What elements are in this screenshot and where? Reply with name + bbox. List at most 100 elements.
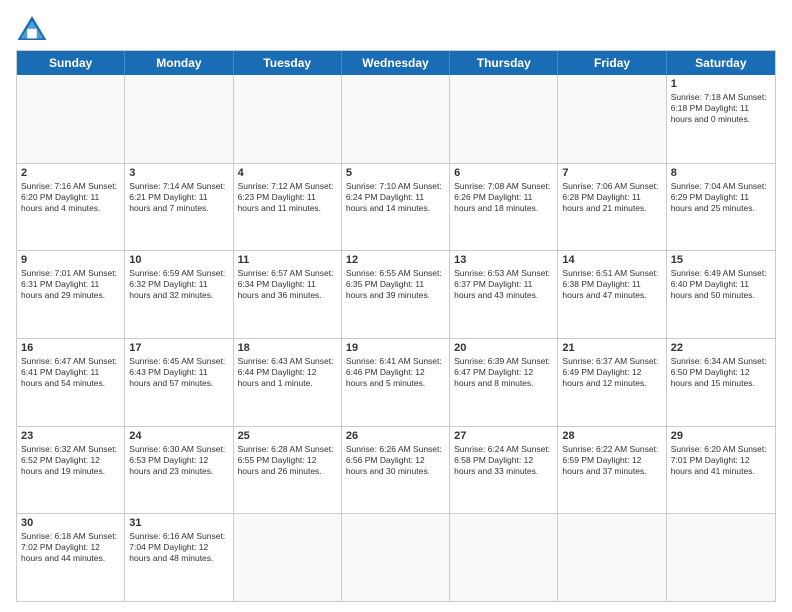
cell-date-number: 9 [21,254,120,266]
date-cell-5: 5 Sunrise: 7:10 AM Sunset: 6:24 PM Daylig… [342,164,450,251]
day-header-saturday: Saturday [667,51,775,75]
empty-cell [667,514,775,601]
cell-info: Sunrise: 6:41 AM Sunset: 6:46 PM Dayligh… [346,356,445,389]
cell-date-number: 12 [346,254,445,266]
cell-date-number: 11 [238,254,337,266]
cell-date-number: 24 [129,430,228,442]
cell-info: Sunrise: 6:57 AM Sunset: 6:34 PM Dayligh… [238,268,337,301]
cell-info: Sunrise: 6:55 AM Sunset: 6:35 PM Dayligh… [346,268,445,301]
empty-cell [17,75,125,163]
cell-info: Sunrise: 6:24 AM Sunset: 6:58 PM Dayligh… [454,444,553,477]
cell-date-number: 28 [562,430,661,442]
cell-info: Sunrise: 6:37 AM Sunset: 6:49 PM Dayligh… [562,356,661,389]
calendar-row: 1 Sunrise: 7:18 AM Sunset: 6:18 PM Daylig… [17,75,775,163]
cell-info: Sunrise: 6:49 AM Sunset: 6:40 PM Dayligh… [671,268,771,301]
logo [16,14,52,42]
calendar-row: 2Sunrise: 7:16 AM Sunset: 6:20 PM Daylig… [17,163,775,251]
empty-cell [234,75,342,163]
date-cell-20: 20Sunrise: 6:39 AM Sunset: 6:47 PM Dayli… [450,339,558,426]
date-cell-11: 11 Sunrise: 6:57 AM Sunset: 6:34 PM Dayli… [234,251,342,338]
date-cell-1: 1 Sunrise: 7:18 AM Sunset: 6:18 PM Daylig… [667,75,775,163]
date-cell-3: 3Sunrise: 7:14 AM Sunset: 6:21 PM Daylig… [125,164,233,251]
empty-cell [342,514,450,601]
cell-info: Sunrise: 6:47 AM Sunset: 6:41 PM Dayligh… [21,356,120,389]
date-cell-17: 17 Sunrise: 6:45 AM Sunset: 6:43 PM Dayli… [125,339,233,426]
cell-date-number: 31 [129,517,228,529]
date-cell-21: 21 Sunrise: 6:37 AM Sunset: 6:49 PM Dayli… [558,339,666,426]
cell-info: Sunrise: 6:26 AM Sunset: 6:56 PM Dayligh… [346,444,445,477]
date-cell-8: 8 Sunrise: 7:04 AM Sunset: 6:29 PM Daylig… [667,164,775,251]
cell-date-number: 2 [21,167,120,179]
cell-date-number: 25 [238,430,337,442]
day-header-sunday: Sunday [17,51,125,75]
day-header-wednesday: Wednesday [342,51,450,75]
date-cell-15: 15 Sunrise: 6:49 AM Sunset: 6:40 PM Dayli… [667,251,775,338]
cell-date-number: 3 [129,167,228,179]
cell-info: Sunrise: 7:12 AM Sunset: 6:23 PM Dayligh… [238,181,337,214]
date-cell-13: 13 Sunrise: 6:53 AM Sunset: 6:37 PM Dayli… [450,251,558,338]
empty-cell [558,75,666,163]
empty-cell [558,514,666,601]
cell-info: Sunrise: 6:43 AM Sunset: 6:44 PM Dayligh… [238,356,337,389]
cell-date-number: 19 [346,342,445,354]
cell-date-number: 10 [129,254,228,266]
date-cell-18: 18Sunrise: 6:43 AM Sunset: 6:44 PM Dayli… [234,339,342,426]
day-header-thursday: Thursday [450,51,558,75]
cell-info: Sunrise: 7:04 AM Sunset: 6:29 PM Dayligh… [671,181,771,214]
cell-info: Sunrise: 6:30 AM Sunset: 6:53 PM Dayligh… [129,444,228,477]
day-headers: SundayMondayTuesdayWednesdayThursdayFrid… [17,51,775,75]
cell-date-number: 15 [671,254,771,266]
cell-info: Sunrise: 6:28 AM Sunset: 6:55 PM Dayligh… [238,444,337,477]
cell-info: Sunrise: 6:51 AM Sunset: 6:38 PM Dayligh… [562,268,661,301]
date-cell-2: 2Sunrise: 7:16 AM Sunset: 6:20 PM Daylig… [17,164,125,251]
cell-date-number: 13 [454,254,553,266]
date-cell-19: 19 Sunrise: 6:41 AM Sunset: 6:46 PM Dayli… [342,339,450,426]
empty-cell [234,514,342,601]
empty-cell [342,75,450,163]
cell-date-number: 8 [671,167,771,179]
date-cell-26: 26Sunrise: 6:26 AM Sunset: 6:56 PM Dayli… [342,427,450,514]
cell-info: Sunrise: 7:08 AM Sunset: 6:26 PM Dayligh… [454,181,553,214]
date-cell-29: 29Sunrise: 6:20 AM Sunset: 7:01 PM Dayli… [667,427,775,514]
calendar-grid: 1 Sunrise: 7:18 AM Sunset: 6:18 PM Daylig… [17,75,775,601]
cell-date-number: 7 [562,167,661,179]
cell-date-number: 16 [21,342,120,354]
cell-info: Sunrise: 6:32 AM Sunset: 6:52 PM Dayligh… [21,444,120,477]
date-cell-9: 9Sunrise: 7:01 AM Sunset: 6:31 PM Daylig… [17,251,125,338]
cell-date-number: 27 [454,430,553,442]
cell-info: Sunrise: 6:45 AM Sunset: 6:43 PM Dayligh… [129,356,228,389]
date-cell-6: 6 Sunrise: 7:08 AM Sunset: 6:26 PM Daylig… [450,164,558,251]
empty-cell [125,75,233,163]
cell-info: Sunrise: 7:18 AM Sunset: 6:18 PM Dayligh… [671,92,771,125]
cell-date-number: 1 [671,78,771,90]
cell-date-number: 29 [671,430,771,442]
cell-info: Sunrise: 7:06 AM Sunset: 6:28 PM Dayligh… [562,181,661,214]
date-cell-27: 27 Sunrise: 6:24 AM Sunset: 6:58 PM Dayli… [450,427,558,514]
date-cell-23: 23Sunrise: 6:32 AM Sunset: 6:52 PM Dayli… [17,427,125,514]
cell-date-number: 30 [21,517,120,529]
cell-date-number: 6 [454,167,553,179]
cell-info: Sunrise: 6:34 AM Sunset: 6:50 PM Dayligh… [671,356,771,389]
cell-info: Sunrise: 6:59 AM Sunset: 6:32 PM Dayligh… [129,268,228,301]
date-cell-25: 25 Sunrise: 6:28 AM Sunset: 6:55 PM Dayli… [234,427,342,514]
date-cell-30: 30Sunrise: 6:18 AM Sunset: 7:02 PM Dayli… [17,514,125,601]
date-cell-31: 31 Sunrise: 6:16 AM Sunset: 7:04 PM Dayli… [125,514,233,601]
cell-date-number: 21 [562,342,661,354]
cell-info: Sunrise: 6:16 AM Sunset: 7:04 PM Dayligh… [129,531,228,564]
date-cell-4: 4 Sunrise: 7:12 AM Sunset: 6:23 PM Daylig… [234,164,342,251]
cell-info: Sunrise: 6:39 AM Sunset: 6:47 PM Dayligh… [454,356,553,389]
date-cell-10: 10 Sunrise: 6:59 AM Sunset: 6:32 PM Dayli… [125,251,233,338]
empty-cell [450,514,558,601]
cell-date-number: 4 [238,167,337,179]
date-cell-24: 24 Sunrise: 6:30 AM Sunset: 6:53 PM Dayli… [125,427,233,514]
date-cell-14: 14Sunrise: 6:51 AM Sunset: 6:38 PM Dayli… [558,251,666,338]
cell-date-number: 22 [671,342,771,354]
cell-date-number: 17 [129,342,228,354]
cell-date-number: 5 [346,167,445,179]
day-header-monday: Monday [125,51,233,75]
date-cell-28: 28Sunrise: 6:22 AM Sunset: 6:59 PM Dayli… [558,427,666,514]
cell-info: Sunrise: 7:10 AM Sunset: 6:24 PM Dayligh… [346,181,445,214]
calendar-row: 23Sunrise: 6:32 AM Sunset: 6:52 PM Dayli… [17,426,775,514]
calendar-row: 16 Sunrise: 6:47 AM Sunset: 6:41 PM Dayli… [17,338,775,426]
cell-info: Sunrise: 6:53 AM Sunset: 6:37 PM Dayligh… [454,268,553,301]
